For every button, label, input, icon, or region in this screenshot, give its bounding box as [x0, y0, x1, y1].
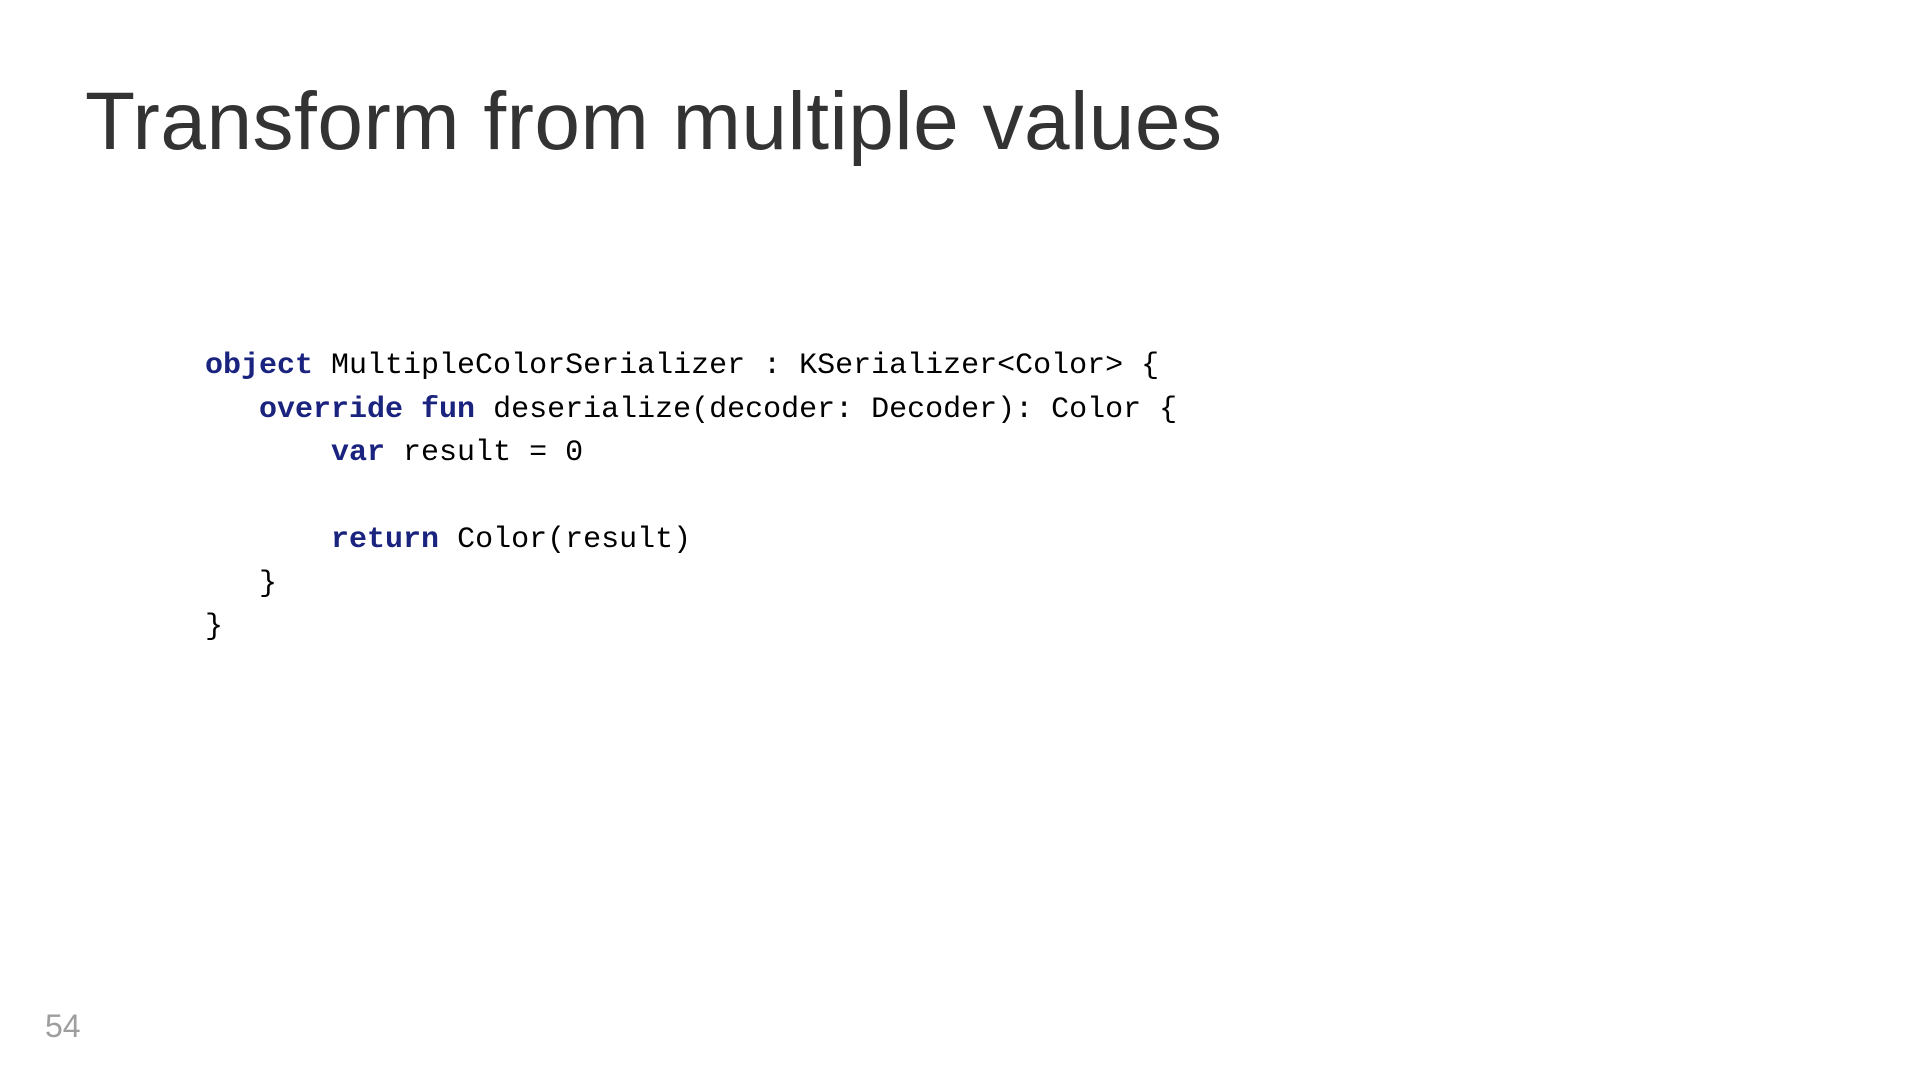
code-line-5-rest: Color(result): [439, 523, 691, 557]
kw-var: var: [331, 436, 385, 470]
code-close-outer: }: [205, 610, 223, 644]
kw-object: object: [205, 349, 313, 383]
slide-title: Transform from multiple values: [85, 75, 1223, 169]
code-line-2-rest: deserialize(decoder: Decoder): Color {: [475, 393, 1177, 427]
code-line-3-rest: result = 0: [385, 436, 583, 470]
page-number: 54: [45, 1008, 81, 1045]
kw-override-fun: override fun: [259, 393, 475, 427]
code-line-1-rest: MultipleColorSerializer : KSerializer<Co…: [313, 349, 1159, 383]
kw-return: return: [331, 523, 439, 557]
code-block: object MultipleColorSerializer : KSerial…: [205, 345, 1177, 650]
code-close-inner: }: [205, 567, 277, 601]
